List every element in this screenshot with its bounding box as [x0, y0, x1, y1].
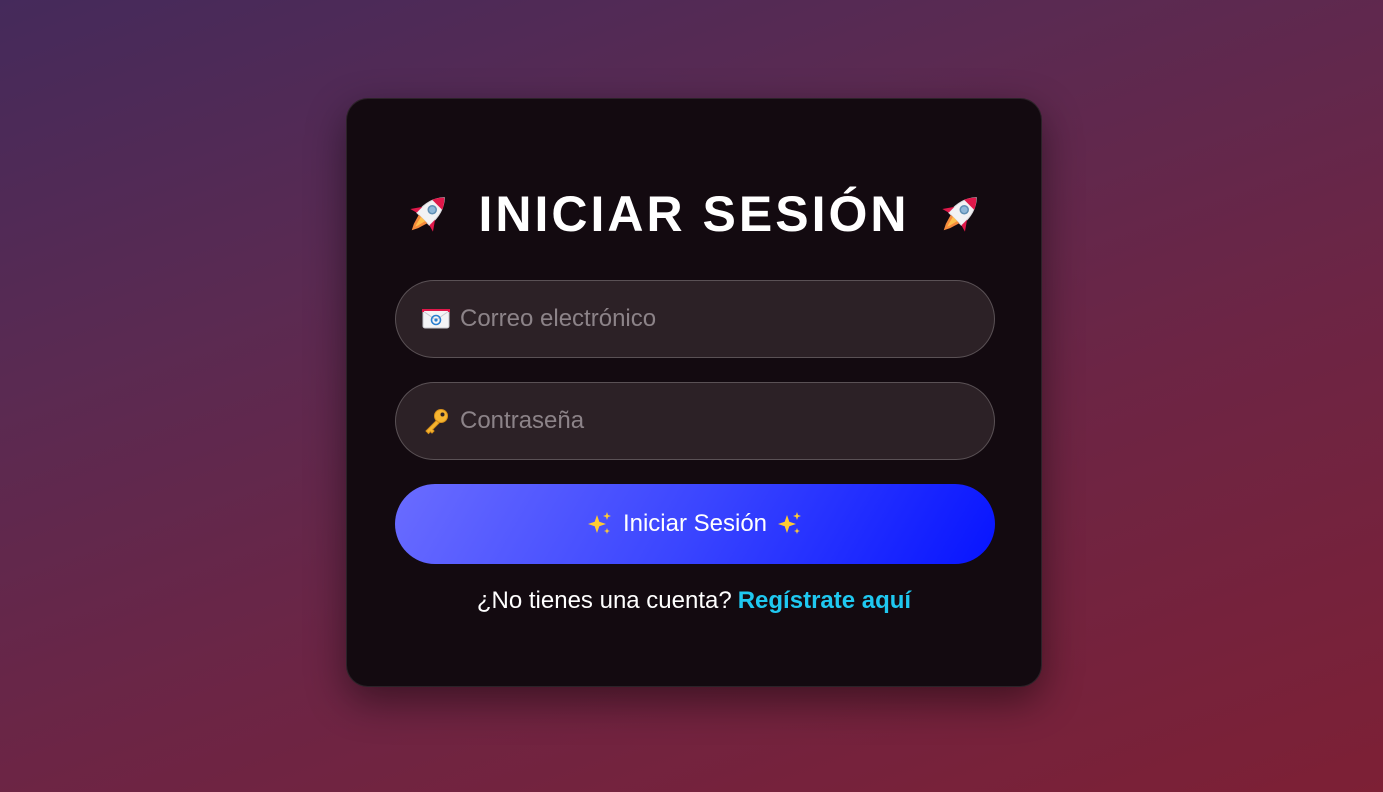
register-link[interactable]: Regístrate aquí	[738, 587, 911, 614]
email-field[interactable]	[395, 280, 995, 358]
login-card: INICIAR SESIÓN Correo electrónico Inicia…	[346, 98, 1042, 687]
password-field[interactable]	[395, 382, 995, 460]
login-submit-button[interactable]: Iniciar Sesión	[395, 484, 995, 564]
page-title: INICIAR SESIÓN	[478, 186, 910, 242]
rocket-icon	[942, 197, 978, 232]
email-input[interactable]	[460, 305, 960, 333]
sparkles-icon	[587, 512, 611, 534]
sparkles-icon	[778, 512, 802, 534]
password-input[interactable]	[460, 407, 960, 435]
register-prompt-text: ¿No tienes una cuenta?	[476, 587, 732, 614]
register-prompt: ¿No tienes una cuenta? Regístrate aquí	[347, 587, 1041, 615]
envelope-icon	[422, 309, 450, 329]
rocket-icon	[409, 197, 445, 232]
title-row: INICIAR SESIÓN	[347, 184, 1041, 244]
submit-label: Iniciar Sesión	[622, 510, 768, 537]
key-icon	[425, 409, 448, 435]
